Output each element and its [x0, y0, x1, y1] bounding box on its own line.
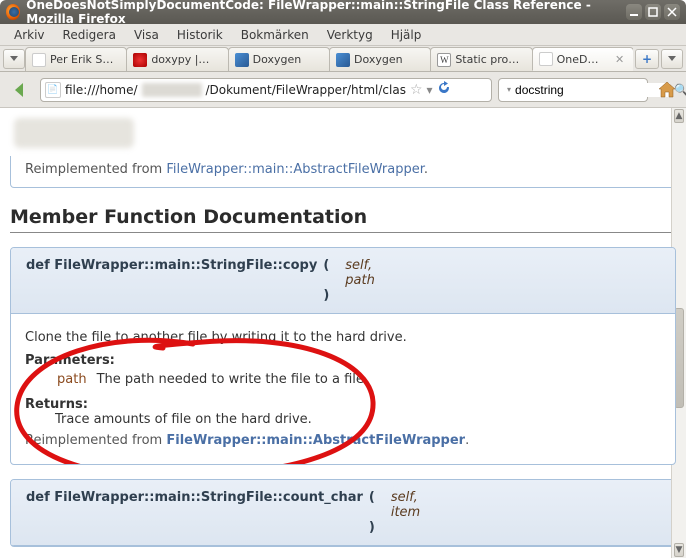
- firefox-icon: [6, 4, 20, 20]
- tab-label: Per Erik S…: [50, 53, 120, 66]
- tab-strip: Per Erik S… doxypy |… Doxygen Doxygen WStati…: [0, 46, 686, 72]
- reimplemented-note: Reimplemented from FileWrapper::main::Ab…: [25, 433, 661, 448]
- tab-label: Static pro…: [455, 53, 525, 66]
- parameters-heading: Parameters:: [25, 353, 661, 368]
- member-copy-signature: def FileWrapper::main::StringFile::copy …: [11, 248, 675, 314]
- nav-toolbar: 📄 file:///home/ /Dokument/FileWrapper/ht…: [0, 72, 686, 108]
- search-dropdown-icon[interactable]: ▾: [507, 85, 511, 94]
- parameters-table: pathThe path needed to write the file to…: [55, 370, 370, 389]
- member-count-char: def FileWrapper::main::StringFile::count…: [10, 479, 676, 547]
- search-bar[interactable]: ▾ 🔍: [498, 78, 648, 102]
- menu-redigera[interactable]: Redigera: [55, 26, 124, 44]
- url-suffix: /Dokument/FileWrapper/html/clas: [206, 83, 406, 97]
- url-bar[interactable]: 📄 file:///home/ /Dokument/FileWrapper/ht…: [40, 78, 492, 102]
- page-identity-icon: 📄: [45, 82, 61, 98]
- tab-4[interactable]: WStatic pro…: [430, 47, 532, 71]
- tab-label: Doxygen: [253, 53, 323, 66]
- tab-label: Doxygen: [354, 53, 424, 66]
- tab-3[interactable]: Doxygen: [329, 47, 431, 71]
- tab-5[interactable]: OneD… ✕: [532, 47, 633, 71]
- url-redacted: [142, 83, 202, 97]
- reimplemented-link-top[interactable]: FileWrapper::main::AbstractFileWrapper: [166, 162, 424, 177]
- menu-bar: Arkiv Redigera Visa Historik Bokmärken V…: [0, 24, 686, 46]
- menu-visa[interactable]: Visa: [126, 26, 167, 44]
- menu-historik[interactable]: Historik: [169, 26, 231, 44]
- bookmark-star-icon[interactable]: ☆: [410, 82, 423, 98]
- menu-arkiv[interactable]: Arkiv: [6, 26, 53, 44]
- returns-heading: Returns:: [25, 397, 661, 412]
- section-heading: Member Function Documentation: [10, 188, 676, 233]
- tab-0[interactable]: Per Erik S…: [25, 47, 127, 71]
- window-titlebar: OneDoesNotSimplyDocumentCode: FileWrappe…: [0, 0, 686, 24]
- scroll-up-icon[interactable]: ▲: [674, 109, 684, 123]
- tab-list-button[interactable]: [3, 49, 25, 69]
- tab-label: doxypy |…: [151, 53, 221, 66]
- menu-verktyg[interactable]: Verktyg: [319, 26, 381, 44]
- window-title: OneDoesNotSimplyDocumentCode: FileWrappe…: [26, 0, 623, 26]
- member-count-char-signature: def FileWrapper::main::StringFile::count…: [11, 480, 675, 546]
- close-button[interactable]: [664, 4, 680, 20]
- reimplemented-link[interactable]: FileWrapper::main::AbstractFileWrapper: [166, 433, 465, 448]
- menu-bokmarken[interactable]: Bokmärken: [233, 26, 317, 44]
- url-dropdown-icon[interactable]: ▾: [427, 83, 433, 97]
- new-tab-button[interactable]: +: [635, 49, 659, 69]
- tab-close-iconersatz[interactable]: ✕: [615, 53, 627, 65]
- tab-overflow-button[interactable]: [661, 49, 683, 69]
- home-button[interactable]: [654, 77, 680, 103]
- reload-button[interactable]: [437, 81, 451, 98]
- blurred-logo: [14, 118, 134, 148]
- scroll-down-icon[interactable]: ▼: [674, 543, 684, 557]
- member-copy-doc: Clone the file to another file by writin…: [11, 314, 675, 464]
- minimize-button[interactable]: [626, 4, 642, 20]
- menu-hjalp[interactable]: Hjälp: [383, 26, 430, 44]
- page-content: ▲ ▼ Reimplemented from FileWrapper::main…: [0, 108, 686, 558]
- tab-1[interactable]: doxypy |…: [126, 47, 228, 71]
- returns-value: Trace amounts of file on the hard drive.: [55, 412, 661, 427]
- search-input[interactable]: [515, 83, 670, 97]
- url-prefix: file:///home/: [65, 83, 138, 97]
- member-copy: def FileWrapper::main::StringFile::copy …: [10, 247, 676, 465]
- tab-label: OneD…: [557, 53, 611, 66]
- reimplemented-note-top: Reimplemented from FileWrapper::main::Ab…: [10, 156, 676, 188]
- back-button[interactable]: [6, 77, 34, 103]
- maximize-button[interactable]: [645, 4, 661, 20]
- member-copy-description: Clone the file to another file by writin…: [25, 330, 661, 345]
- tab-2[interactable]: Doxygen: [228, 47, 330, 71]
